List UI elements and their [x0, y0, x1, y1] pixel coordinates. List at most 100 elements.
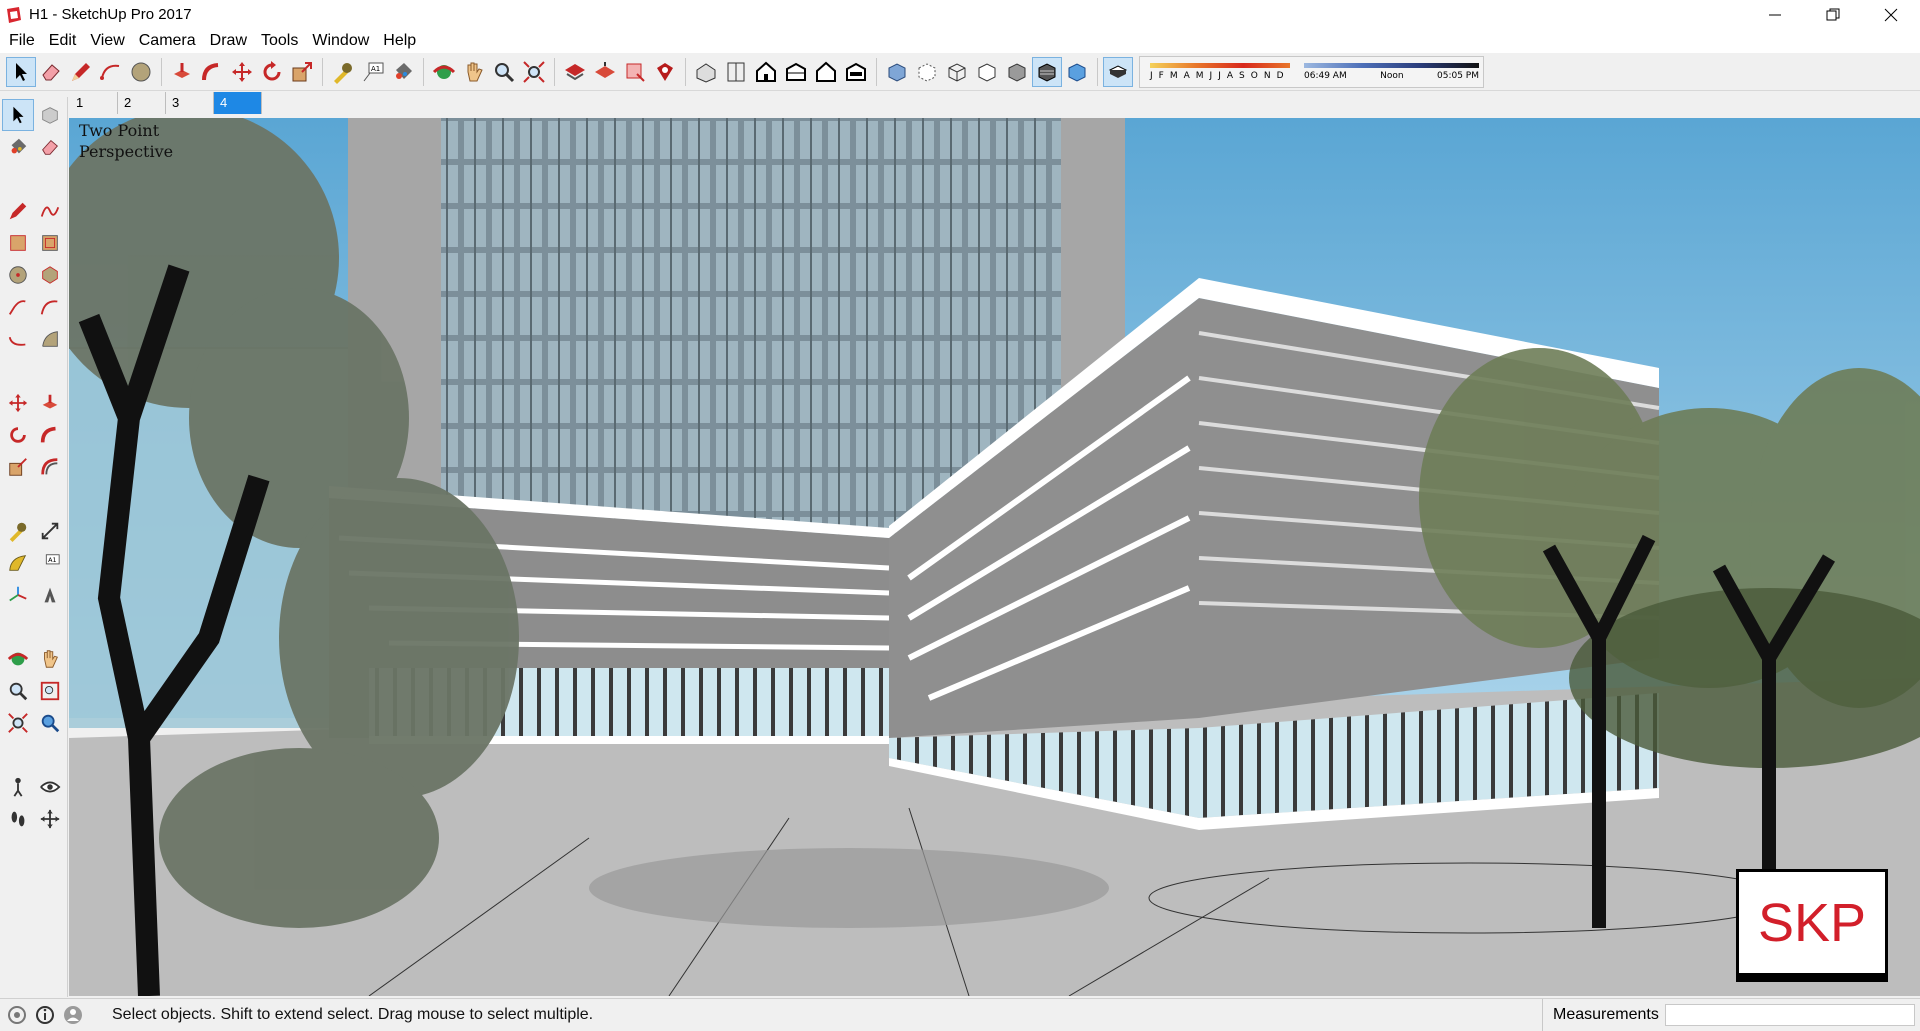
move-tool-button[interactable] — [227, 57, 257, 87]
eye-icon — [40, 781, 61, 793]
text-tool-button[interactable]: A1 — [358, 57, 388, 87]
menu-file[interactable]: File — [2, 29, 42, 53]
zoom-button[interactable] — [489, 57, 519, 87]
position-camera-tool[interactable] — [2, 771, 34, 803]
menu-edit[interactable]: Edit — [42, 29, 84, 53]
section-plane-tool[interactable] — [34, 803, 66, 835]
right-view-icon — [786, 62, 806, 81]
three-point-arc-tool[interactable] — [2, 323, 34, 355]
month-slider-track[interactable] — [1150, 62, 1290, 68]
push-pull-tool[interactable] — [34, 387, 66, 419]
top-view-button[interactable] — [721, 57, 751, 87]
menu-tools[interactable]: Tools — [254, 29, 305, 53]
warehouse-button[interactable] — [560, 57, 590, 87]
xray-style-button[interactable] — [882, 57, 912, 87]
dimension-tool[interactable] — [34, 515, 66, 547]
arc-tool-button[interactable] — [96, 57, 126, 87]
back-edges-button[interactable] — [912, 57, 942, 87]
orbit-tool[interactable] — [2, 643, 34, 675]
geo-location-icon[interactable] — [6, 1004, 28, 1026]
back-view-button[interactable] — [811, 57, 841, 87]
paint-bucket-button[interactable] — [388, 57, 418, 87]
scene-tab-4[interactable]: 4 — [214, 92, 262, 114]
menu-draw[interactable]: Draw — [203, 29, 254, 53]
minimize-button[interactable] — [1746, 0, 1804, 29]
push-pull-button[interactable] — [167, 57, 197, 87]
scene-tab-3[interactable]: 3 — [166, 92, 214, 114]
scene-tab-1[interactable]: 1 — [70, 92, 118, 114]
arc-tool[interactable] — [2, 291, 34, 323]
zoom-window-tool[interactable] — [34, 675, 66, 707]
3d-text-tool[interactable] — [34, 579, 66, 611]
shaded-button[interactable] — [1002, 57, 1032, 87]
time-slider[interactable]: 06:49 AM Noon 05:05 PM — [1304, 62, 1479, 81]
follow-me-tool[interactable] — [34, 419, 66, 451]
two-point-arc-tool[interactable] — [34, 291, 66, 323]
make-component-tool[interactable] — [34, 99, 66, 131]
shaded-textures-button[interactable] — [1032, 56, 1062, 87]
extension-warehouse-button[interactable] — [650, 57, 680, 87]
shadows-toggle-button[interactable] — [1103, 56, 1133, 87]
circle-tool[interactable] — [2, 259, 34, 291]
arc-icon — [100, 64, 120, 80]
menu-help[interactable]: Help — [376, 29, 423, 53]
rectangle-tool[interactable] — [2, 227, 34, 259]
rotate-tool[interactable] — [2, 419, 34, 451]
select-tool[interactable] — [2, 99, 34, 131]
look-around-tool[interactable] — [34, 771, 66, 803]
walk-tool[interactable] — [2, 803, 34, 835]
eraser-tool[interactable] — [34, 131, 66, 163]
freehand-tool[interactable] — [34, 195, 66, 227]
model-viewport[interactable]: Two Point Perspective SKP — [69, 118, 1920, 996]
pan-button[interactable] — [459, 57, 489, 87]
scale-tool-button[interactable] — [287, 57, 317, 87]
zoom-extents-button[interactable] — [519, 57, 549, 87]
tape-measure-button[interactable] — [328, 57, 358, 87]
credits-info-icon[interactable] — [34, 1004, 56, 1026]
measurements-input[interactable] — [1665, 1004, 1915, 1026]
month-slider[interactable]: J F M A M J J A S O N D — [1150, 62, 1290, 81]
restore-button[interactable] — [1804, 0, 1862, 29]
wireframe-button[interactable] — [942, 57, 972, 87]
zoom-extents-tool[interactable] — [2, 707, 34, 739]
rotated-rectangle-tool[interactable] — [34, 227, 66, 259]
previous-view-tool[interactable] — [34, 707, 66, 739]
menu-window[interactable]: Window — [305, 29, 376, 53]
menu-view[interactable]: View — [83, 29, 131, 53]
axes-tool[interactable] — [2, 579, 34, 611]
share-model-icon — [595, 61, 615, 78]
follow-me-button[interactable] — [197, 57, 227, 87]
pan-tool[interactable] — [34, 643, 66, 675]
offset-tool[interactable] — [34, 451, 66, 483]
scene-tab-2[interactable]: 2 — [118, 92, 166, 114]
pie-tool[interactable] — [34, 323, 66, 355]
text-tool[interactable]: A1 — [34, 547, 66, 579]
time-slider-track[interactable] — [1304, 62, 1479, 68]
line-tool[interactable] — [2, 195, 34, 227]
move-tool[interactable] — [2, 387, 34, 419]
rotate-tool-button[interactable] — [257, 57, 287, 87]
monochrome-button[interactable] — [1062, 57, 1092, 87]
hidden-line-button[interactable] — [972, 57, 1002, 87]
select-tool-button[interactable] — [6, 56, 36, 87]
share-model-button[interactable] — [590, 57, 620, 87]
polygon-tool[interactable] — [34, 259, 66, 291]
iso-view-button[interactable] — [691, 57, 721, 87]
shapes-tool-button[interactable] — [126, 57, 156, 87]
menu-camera[interactable]: Camera — [132, 29, 203, 53]
scale-tool[interactable] — [2, 451, 34, 483]
left-view-button[interactable] — [841, 57, 871, 87]
rotate-icon — [263, 60, 281, 80]
right-view-button[interactable] — [781, 57, 811, 87]
line-tool-button[interactable] — [66, 57, 96, 87]
share-component-button[interactable] — [620, 57, 650, 87]
zoom-tool[interactable] — [2, 675, 34, 707]
tape-measure-tool[interactable] — [2, 515, 34, 547]
user-account-icon[interactable] — [62, 1004, 84, 1026]
protractor-tool[interactable] — [2, 547, 34, 579]
front-view-button[interactable] — [751, 57, 781, 87]
close-button[interactable] — [1862, 0, 1920, 29]
orbit-button[interactable] — [429, 57, 459, 87]
eraser-tool-button[interactable] — [36, 57, 66, 87]
paint-bucket-tool[interactable] — [2, 131, 34, 163]
